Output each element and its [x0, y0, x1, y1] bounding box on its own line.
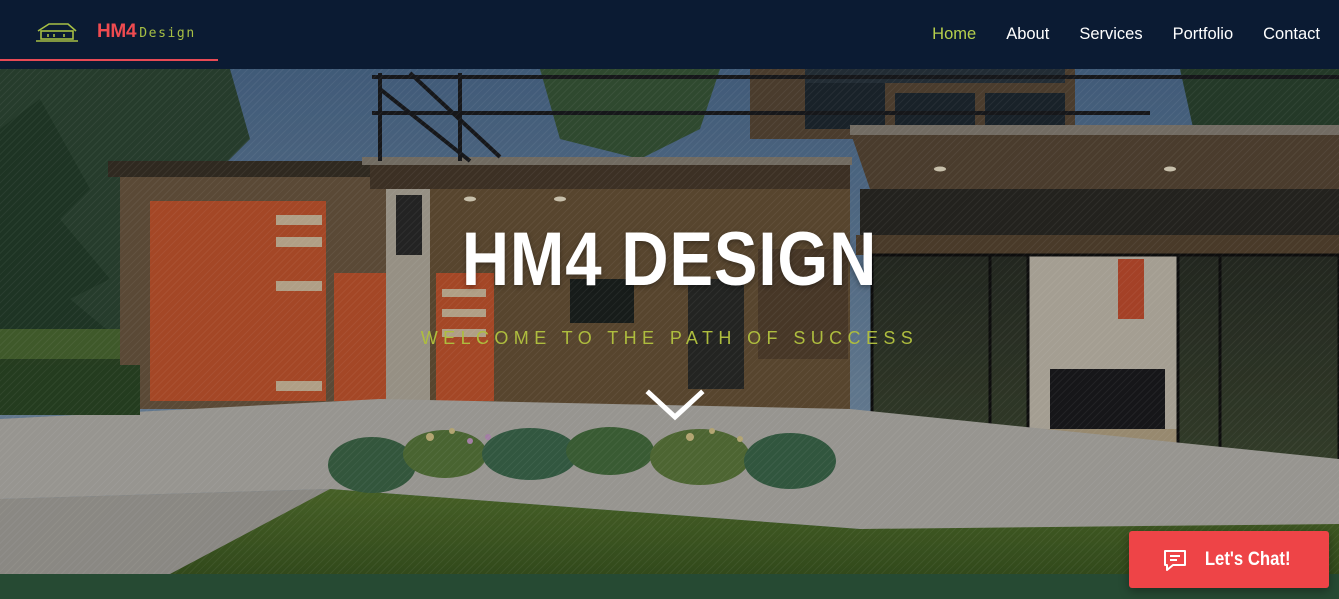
lets-chat-button[interactable]: Let's Chat!	[1129, 531, 1329, 588]
chat-bubble-icon	[1163, 549, 1186, 571]
hero-stripe-overlay	[0, 69, 1339, 574]
hero-title: HM4 DESIGN	[461, 217, 878, 302]
brand[interactable]: HM4 Design	[0, 0, 218, 61]
hero-section: HM4 DESIGN WELCOME TO THE PATH OF SUCCES…	[0, 69, 1339, 574]
hero-subtitle: WELCOME TO THE PATH OF SUCCESS	[420, 328, 919, 348]
nav-about-link[interactable]: About	[1006, 25, 1049, 44]
nav-portfolio-link[interactable]: Portfolio	[1173, 25, 1234, 44]
nav-services-link[interactable]: Services	[1079, 25, 1142, 44]
brand-name-strong: HM4	[97, 21, 137, 42]
chevron-down-icon[interactable]	[645, 389, 705, 423]
house-outline-icon	[36, 23, 78, 42]
nav-contact-link[interactable]: Contact	[1263, 25, 1320, 44]
lets-chat-label: Let's Chat!	[1204, 548, 1291, 570]
site-header: HM4 Design Home About Services Portfolio …	[0, 0, 1339, 69]
nav-home-link[interactable]: Home	[932, 25, 976, 44]
main-nav: Home About Services Portfolio Contact	[902, 0, 1339, 69]
brand-name: HM4 Design	[97, 21, 196, 45]
brand-name-light: Design	[139, 26, 196, 41]
